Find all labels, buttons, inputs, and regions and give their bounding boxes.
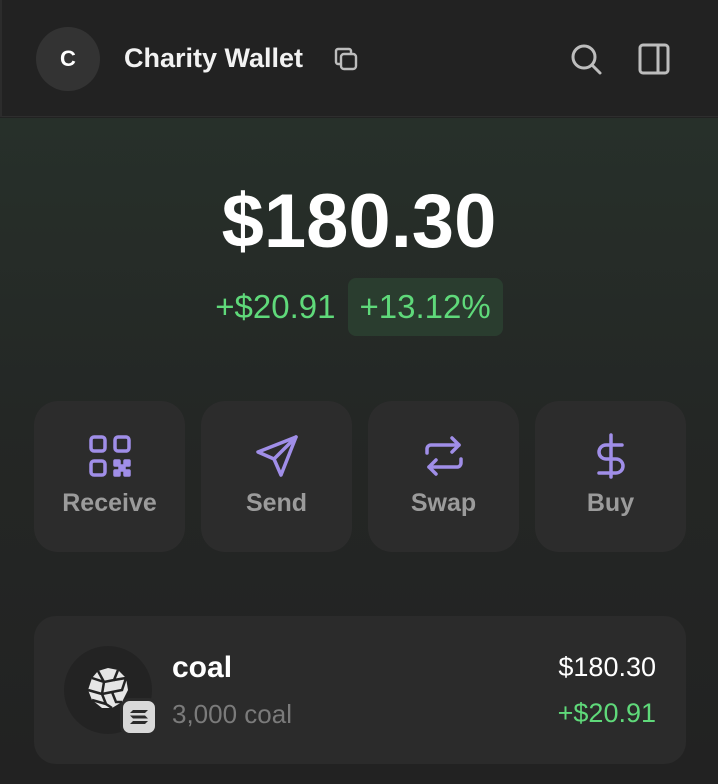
send-button[interactable]: Send: [201, 401, 352, 552]
action-label: Buy: [586, 489, 635, 517]
receive-button[interactable]: Receive: [34, 401, 185, 552]
sidebar-panel-icon[interactable]: [637, 41, 671, 77]
token-value: $180.30: [558, 652, 656, 682]
balance-change-row: +$20.91 +13.12%: [0, 278, 718, 336]
solana-badge-icon: [120, 698, 158, 736]
action-label: Send: [245, 489, 308, 517]
total-balance: $180.30: [221, 179, 497, 264]
wallet-main: $180.30 +$20.91 +13.12% Receive Send Swa…: [0, 118, 718, 784]
search-icon[interactable]: [568, 41, 604, 77]
buy-button[interactable]: Buy: [535, 401, 686, 552]
action-buttons: Receive Send Swap Buy: [34, 401, 686, 552]
swap-arrows-icon: [425, 436, 463, 476]
wallet-header: C Charity Wallet: [0, 0, 718, 117]
action-label: Receive: [62, 489, 157, 517]
action-label: Swap: [410, 489, 477, 517]
balance-change-amount: +$20.91: [215, 288, 336, 325]
balance-change-percent: +13.12%: [347, 278, 503, 336]
wallet-avatar[interactable]: C: [36, 27, 100, 91]
dollar-sign-icon: [597, 433, 625, 479]
token-row-coal[interactable]: coal 3,000 coal $180.30 +$20.91: [34, 616, 686, 764]
avatar-initial: C: [60, 46, 76, 71]
token-change: +$20.91: [557, 698, 656, 728]
token-name: coal: [172, 651, 233, 684]
token-amount: 3,000 coal: [172, 699, 292, 729]
qr-code-icon: [89, 435, 131, 477]
swap-button[interactable]: Swap: [368, 401, 519, 552]
wallet-name[interactable]: Charity Wallet: [124, 41, 303, 75]
send-arrow-icon: [256, 435, 298, 477]
copy-icon[interactable]: [332, 45, 360, 73]
